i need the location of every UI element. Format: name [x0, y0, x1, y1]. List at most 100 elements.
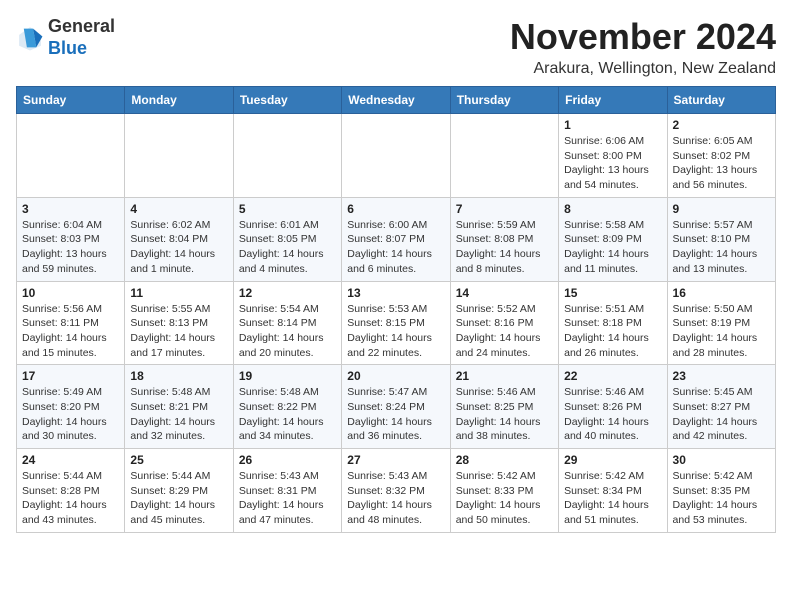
- day-info: Sunrise: 5:49 AMSunset: 8:20 PMDaylight:…: [22, 385, 119, 444]
- day-number: 23: [673, 369, 770, 383]
- day-cell: 24 Sunrise: 5:44 AMSunset: 8:28 PMDayligh…: [17, 449, 125, 533]
- day-number: 7: [456, 202, 553, 216]
- week-row-5: 24 Sunrise: 5:44 AMSunset: 8:28 PMDayligh…: [17, 449, 776, 533]
- day-info: Sunrise: 5:53 AMSunset: 8:15 PMDaylight:…: [347, 302, 444, 361]
- day-info: Sunrise: 5:43 AMSunset: 8:32 PMDaylight:…: [347, 469, 444, 528]
- day-cell: 27 Sunrise: 5:43 AMSunset: 8:32 PMDayligh…: [342, 449, 450, 533]
- day-number: 25: [130, 453, 227, 467]
- day-number: 30: [673, 453, 770, 467]
- weekday-thursday: Thursday: [450, 87, 558, 114]
- week-row-3: 10 Sunrise: 5:56 AMSunset: 8:11 PMDayligh…: [17, 281, 776, 365]
- day-number: 6: [347, 202, 444, 216]
- day-cell: 13Sunrise: 5:53 AMSunset: 8:15 PMDayligh…: [342, 281, 450, 365]
- day-cell: [125, 114, 233, 198]
- calendar-table: SundayMondayTuesdayWednesdayThursdayFrid…: [16, 86, 776, 533]
- day-number: 29: [564, 453, 661, 467]
- day-info: Sunrise: 5:54 AMSunset: 8:14 PMDaylight:…: [239, 302, 336, 361]
- day-cell: 11Sunrise: 5:55 AMSunset: 8:13 PMDayligh…: [125, 281, 233, 365]
- logo-icon: [16, 24, 44, 52]
- day-info: Sunrise: 5:46 AMSunset: 8:25 PMDaylight:…: [456, 385, 553, 444]
- day-number: 3: [22, 202, 119, 216]
- day-cell: 15 Sunrise: 5:51 AMSunset: 8:18 PMDayligh…: [559, 281, 667, 365]
- day-cell: 26 Sunrise: 5:43 AMSunset: 8:31 PMDayligh…: [233, 449, 341, 533]
- day-number: 20: [347, 369, 444, 383]
- day-cell: 8Sunrise: 5:58 AMSunset: 8:09 PMDaylight…: [559, 197, 667, 281]
- day-info: Sunrise: 5:58 AMSunset: 8:09 PMDaylight:…: [564, 218, 661, 277]
- weekday-sunday: Sunday: [17, 87, 125, 114]
- day-number: 18: [130, 369, 227, 383]
- day-info: Sunrise: 5:42 AMSunset: 8:33 PMDaylight:…: [456, 469, 553, 528]
- day-cell: 25Sunrise: 5:44 AMSunset: 8:29 PMDayligh…: [125, 449, 233, 533]
- day-info: Sunrise: 6:04 AMSunset: 8:03 PMDaylight:…: [22, 218, 119, 277]
- day-cell: 16Sunrise: 5:50 AMSunset: 8:19 PMDayligh…: [667, 281, 775, 365]
- day-cell: 19Sunrise: 5:48 AMSunset: 8:22 PMDayligh…: [233, 365, 341, 449]
- day-cell: [342, 114, 450, 198]
- day-cell: 14 Sunrise: 5:52 AMSunset: 8:16 PMDayligh…: [450, 281, 558, 365]
- day-info: Sunrise: 6:00 AMSunset: 8:07 PMDaylight:…: [347, 218, 444, 277]
- weekday-wednesday: Wednesday: [342, 87, 450, 114]
- day-cell: 6 Sunrise: 6:00 AMSunset: 8:07 PMDaylight…: [342, 197, 450, 281]
- day-cell: 18 Sunrise: 5:48 AMSunset: 8:21 PMDayligh…: [125, 365, 233, 449]
- day-cell: 30 Sunrise: 5:42 AMSunset: 8:35 PMDayligh…: [667, 449, 775, 533]
- day-cell: 4 Sunrise: 6:02 AMSunset: 8:04 PMDaylight…: [125, 197, 233, 281]
- day-cell: 3 Sunrise: 6:04 AMSunset: 8:03 PMDaylight…: [17, 197, 125, 281]
- day-cell: 7 Sunrise: 5:59 AMSunset: 8:08 PMDaylight…: [450, 197, 558, 281]
- day-number: 12: [239, 286, 336, 300]
- day-info: Sunrise: 5:48 AMSunset: 8:21 PMDaylight:…: [130, 385, 227, 444]
- day-info: Sunrise: 6:02 AMSunset: 8:04 PMDaylight:…: [130, 218, 227, 277]
- day-cell: [17, 114, 125, 198]
- day-info: Sunrise: 5:59 AMSunset: 8:08 PMDaylight:…: [456, 218, 553, 277]
- day-info: Sunrise: 6:01 AMSunset: 8:05 PMDaylight:…: [239, 218, 336, 277]
- day-info: Sunrise: 6:06 AMSunset: 8:00 PMDaylight:…: [564, 134, 661, 193]
- day-number: 4: [130, 202, 227, 216]
- day-info: Sunrise: 5:44 AMSunset: 8:28 PMDaylight:…: [22, 469, 119, 528]
- day-number: 22: [564, 369, 661, 383]
- day-number: 14: [456, 286, 553, 300]
- week-row-1: 1 Sunrise: 6:06 AMSunset: 8:00 PMDaylight…: [17, 114, 776, 198]
- day-info: Sunrise: 5:50 AMSunset: 8:19 PMDaylight:…: [673, 302, 770, 361]
- day-info: Sunrise: 5:56 AMSunset: 8:11 PMDaylight:…: [22, 302, 119, 361]
- logo-blue-text: Blue: [48, 38, 115, 60]
- day-info: Sunrise: 5:42 AMSunset: 8:34 PMDaylight:…: [564, 469, 661, 528]
- day-number: 9: [673, 202, 770, 216]
- weekday-tuesday: Tuesday: [233, 87, 341, 114]
- day-number: 1: [564, 118, 661, 132]
- day-number: 27: [347, 453, 444, 467]
- page-header: General Blue November 2024 Arakura, Well…: [16, 16, 776, 78]
- day-number: 26: [239, 453, 336, 467]
- day-number: 11: [130, 286, 227, 300]
- day-number: 24: [22, 453, 119, 467]
- day-info: Sunrise: 6:05 AMSunset: 8:02 PMDaylight:…: [673, 134, 770, 193]
- day-cell: 2 Sunrise: 6:05 AMSunset: 8:02 PMDaylight…: [667, 114, 775, 198]
- day-info: Sunrise: 5:52 AMSunset: 8:16 PMDaylight:…: [456, 302, 553, 361]
- day-info: Sunrise: 5:45 AMSunset: 8:27 PMDaylight:…: [673, 385, 770, 444]
- day-cell: 22 Sunrise: 5:46 AMSunset: 8:26 PMDayligh…: [559, 365, 667, 449]
- title-block: November 2024 Arakura, Wellington, New Z…: [510, 16, 776, 78]
- day-number: 15: [564, 286, 661, 300]
- day-cell: 20Sunrise: 5:47 AMSunset: 8:24 PMDayligh…: [342, 365, 450, 449]
- day-info: Sunrise: 5:46 AMSunset: 8:26 PMDaylight:…: [564, 385, 661, 444]
- day-cell: 5 Sunrise: 6:01 AMSunset: 8:05 PMDaylight…: [233, 197, 341, 281]
- weekday-saturday: Saturday: [667, 87, 775, 114]
- day-info: Sunrise: 5:42 AMSunset: 8:35 PMDaylight:…: [673, 469, 770, 528]
- day-cell: 10 Sunrise: 5:56 AMSunset: 8:11 PMDayligh…: [17, 281, 125, 365]
- day-cell: 21Sunrise: 5:46 AMSunset: 8:25 PMDayligh…: [450, 365, 558, 449]
- day-cell: 17 Sunrise: 5:49 AMSunset: 8:20 PMDayligh…: [17, 365, 125, 449]
- day-info: Sunrise: 5:43 AMSunset: 8:31 PMDaylight:…: [239, 469, 336, 528]
- day-cell: [233, 114, 341, 198]
- day-cell: 23 Sunrise: 5:45 AMSunset: 8:27 PMDayligh…: [667, 365, 775, 449]
- day-number: 5: [239, 202, 336, 216]
- day-number: 10: [22, 286, 119, 300]
- day-cell: 29 Sunrise: 5:42 AMSunset: 8:34 PMDayligh…: [559, 449, 667, 533]
- day-cell: 12 Sunrise: 5:54 AMSunset: 8:14 PMDayligh…: [233, 281, 341, 365]
- weekday-header-row: SundayMondayTuesdayWednesdayThursdayFrid…: [17, 87, 776, 114]
- day-number: 17: [22, 369, 119, 383]
- day-info: Sunrise: 5:48 AMSunset: 8:22 PMDaylight:…: [239, 385, 336, 444]
- day-number: 2: [673, 118, 770, 132]
- weekday-friday: Friday: [559, 87, 667, 114]
- logo-general-text: General: [48, 16, 115, 38]
- day-info: Sunrise: 5:51 AMSunset: 8:18 PMDaylight:…: [564, 302, 661, 361]
- week-row-4: 17 Sunrise: 5:49 AMSunset: 8:20 PMDayligh…: [17, 365, 776, 449]
- day-cell: 1 Sunrise: 6:06 AMSunset: 8:00 PMDaylight…: [559, 114, 667, 198]
- day-cell: [450, 114, 558, 198]
